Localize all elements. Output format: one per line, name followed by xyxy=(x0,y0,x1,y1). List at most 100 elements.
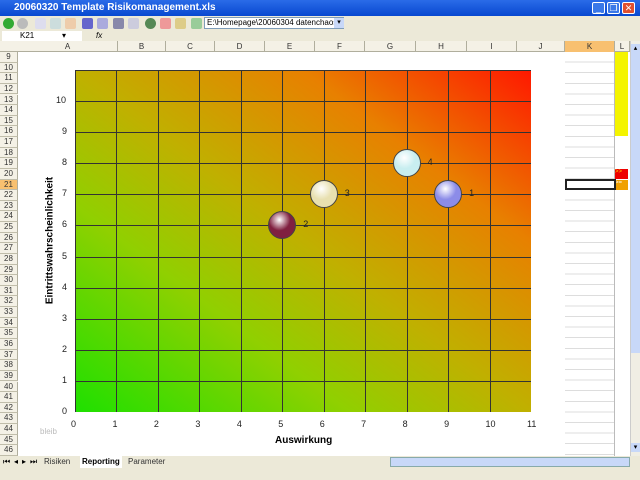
column-header-l[interactable]: L xyxy=(615,41,630,52)
address-dropdown-icon[interactable]: ▾ xyxy=(334,18,344,28)
fx-icon[interactable]: fx xyxy=(96,31,102,40)
tab-risiken[interactable]: Risiken xyxy=(44,456,70,468)
search-icon[interactable] xyxy=(175,18,186,29)
minimize-button[interactable]: _ xyxy=(592,2,605,14)
orange-cell[interactable]: >= xyxy=(615,180,628,190)
row-header[interactable]: 30 xyxy=(0,275,18,286)
tab-reporting[interactable]: Reporting xyxy=(80,456,122,468)
row-header[interactable]: 9 xyxy=(0,52,18,63)
scroll-thumb[interactable] xyxy=(631,53,640,353)
column-header-i[interactable]: I xyxy=(467,41,517,52)
row-header[interactable]: 29 xyxy=(0,264,18,276)
grid-line-horizontal xyxy=(75,70,531,71)
bubble-label: 4 xyxy=(427,157,433,168)
column-header-f[interactable]: F xyxy=(315,41,365,52)
tab-nav-last-icon[interactable]: ⏭ xyxy=(30,456,37,468)
globe-icon[interactable] xyxy=(145,18,156,29)
row-header[interactable]: 26 xyxy=(0,232,18,244)
row-header[interactable]: 14 xyxy=(0,105,18,116)
refresh-icon[interactable] xyxy=(50,18,61,29)
forward-icon[interactable] xyxy=(17,18,28,29)
row-header[interactable]: 41 xyxy=(0,392,18,403)
row-header[interactable]: 20 xyxy=(0,168,18,180)
column-header-a[interactable]: A xyxy=(18,41,118,52)
home-icon[interactable] xyxy=(65,18,76,29)
risk-bubble-3[interactable] xyxy=(309,180,338,209)
row-header[interactable]: 37 xyxy=(0,349,18,361)
x-tick-label: 9 xyxy=(444,419,450,429)
column-header-j[interactable]: J xyxy=(517,41,565,52)
row-header[interactable]: 42 xyxy=(0,402,18,414)
edit-icon[interactable] xyxy=(160,18,171,29)
row-header[interactable]: 23 xyxy=(0,200,18,212)
row-header[interactable]: 18 xyxy=(0,147,18,159)
row-header[interactable]: 34 xyxy=(0,317,18,329)
row-header[interactable]: 19 xyxy=(0,158,18,169)
tab-nav-first-icon[interactable]: ⏮ xyxy=(3,456,10,468)
column-header-b[interactable]: B xyxy=(118,41,166,52)
save-icon[interactable] xyxy=(113,18,124,29)
scroll-up-icon[interactable]: ▴ xyxy=(631,44,640,53)
row-header[interactable]: 10 xyxy=(0,62,18,74)
row-header[interactable]: 33 xyxy=(0,307,18,318)
row-header[interactable]: 43 xyxy=(0,413,18,424)
title-bar: 20060320 Template Risikomanagement.xls xyxy=(0,0,640,16)
row-header[interactable]: 46 xyxy=(0,445,18,456)
close-button[interactable]: ✕ xyxy=(622,2,635,14)
document-icon[interactable] xyxy=(128,18,139,29)
grid-line-horizontal xyxy=(75,256,531,258)
column-header-e[interactable]: E xyxy=(265,41,315,52)
row-header[interactable]: 24 xyxy=(0,211,18,223)
restore-button[interactable]: ❐ xyxy=(607,2,620,14)
active-cell-k21[interactable] xyxy=(565,179,616,190)
grid-line-horizontal xyxy=(75,132,531,134)
back-icon[interactable] xyxy=(3,18,14,29)
row-header[interactable]: 15 xyxy=(0,115,18,127)
row-header[interactable]: 39 xyxy=(0,370,18,382)
row-header[interactable]: 40 xyxy=(0,381,18,393)
row-header[interactable]: 38 xyxy=(0,360,18,371)
row-header[interactable]: 16 xyxy=(0,126,18,137)
risk-bubble-4[interactable] xyxy=(392,149,421,178)
address-input[interactable]: E:\Homepage\20060304 datenchaos\do xyxy=(204,17,344,29)
x-tick-label: 2 xyxy=(153,419,159,429)
column-header-g[interactable]: G xyxy=(365,41,416,52)
row-header[interactable]: 35 xyxy=(0,328,18,339)
tab-nav-prev-icon[interactable]: ◂ xyxy=(14,456,18,468)
horizontal-scrollbar[interactable] xyxy=(390,457,630,467)
row-header[interactable]: 32 xyxy=(0,296,18,308)
row-header[interactable]: 31 xyxy=(0,285,18,297)
column-header-d[interactable]: D xyxy=(215,41,265,52)
row-header[interactable]: 17 xyxy=(0,137,18,148)
row-header[interactable]: 11 xyxy=(0,73,18,84)
column-k-cells[interactable] xyxy=(565,52,615,456)
scroll-down-icon[interactable]: ▾ xyxy=(631,443,640,452)
row-header[interactable]: 44 xyxy=(0,424,18,435)
tab-nav-next-icon[interactable]: ▸ xyxy=(22,456,26,468)
go-icon[interactable] xyxy=(191,18,202,29)
name-box[interactable]: K21 ▾ xyxy=(2,31,82,41)
vertical-scrollbar[interactable]: ▴ ▾ xyxy=(630,41,640,456)
column-header-c[interactable]: C xyxy=(166,41,215,52)
row-header[interactable]: 12 xyxy=(0,83,18,95)
y-tick-label: 4 xyxy=(62,281,68,292)
name-box-dropdown-icon[interactable]: ▾ xyxy=(62,31,66,41)
stop-icon[interactable] xyxy=(35,18,46,29)
row-header[interactable]: 27 xyxy=(0,243,18,254)
grid-line-vertical xyxy=(157,70,159,412)
window-icon[interactable] xyxy=(97,18,108,29)
column-header-h[interactable]: H xyxy=(416,41,467,52)
row-header[interactable]: 25 xyxy=(0,222,18,233)
tab-parameter[interactable]: Parameter xyxy=(128,456,165,468)
x-tick-label: 8 xyxy=(402,419,408,429)
row-header[interactable]: 21 xyxy=(0,179,18,191)
row-header[interactable]: 22 xyxy=(0,190,18,201)
row-header[interactable]: 45 xyxy=(0,434,18,446)
row-header[interactable]: 36 xyxy=(0,339,18,350)
row-header[interactable]: 13 xyxy=(0,94,18,106)
column-header-k[interactable]: K xyxy=(565,41,615,52)
favorites-icon[interactable] xyxy=(82,18,93,29)
grid-line-vertical xyxy=(75,70,76,412)
row-header[interactable]: 28 xyxy=(0,253,18,265)
red-cell[interactable]: >> xyxy=(615,169,628,179)
